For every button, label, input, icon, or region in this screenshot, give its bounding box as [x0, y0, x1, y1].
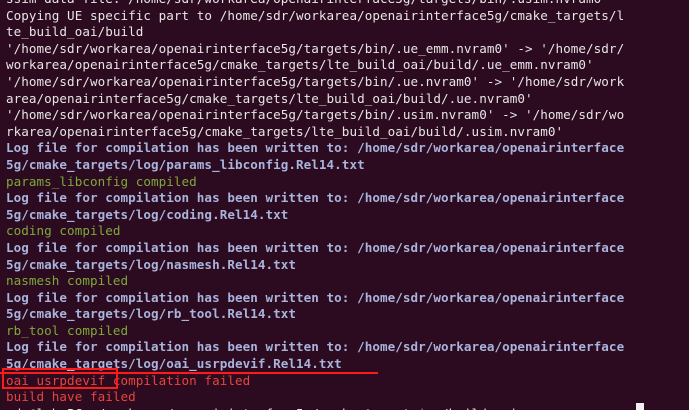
terminal-line: nasmesh compiled: [6, 273, 129, 289]
terminal-line: ssim data file: /home/sdr/workarea/opena…: [6, 0, 689, 8]
terminal-line: Log file for compilation has been writte…: [6, 140, 625, 156]
terminal-line: sdr@lab-PC:~/workarea/openairinterface5g…: [6, 406, 689, 410]
terminal-line: 5g/cmake_targets/log/nasmesh.Rel14.txt: [6, 256, 297, 272]
annotation-highlight-box: [2, 368, 118, 389]
terminal-line: 5g/cmake_targets/log/rb_tool.Rel14.txt: [6, 306, 297, 322]
terminal-line: area/openairinterface5g/cmake_targets/lt…: [6, 90, 533, 106]
terminal-line: rb_tool compiled: [6, 322, 129, 338]
terminal-line: 5g/cmake_targets/log/coding.Rel14.txt: [6, 206, 289, 222]
terminal-line: coding compiled: [6, 223, 121, 239]
terminal-window[interactable]: ssim data file: /home/sdr/workarea/opena…: [0, 0, 689, 410]
terminal-line: rkarea/openairinterface5g/cmake_targets/…: [6, 123, 564, 139]
terminal-line: '/home/sdr/workarea/openairinterface5g/t…: [6, 40, 625, 56]
terminal-line: te_build_oai/build: [6, 24, 144, 40]
terminal-line: '/home/sdr/workarea/openairinterface5g/t…: [6, 107, 625, 123]
terminal-line: workarea/openairinterface5g/cmake_target…: [6, 57, 594, 73]
terminal-output: ssim data file: /home/sdr/workarea/opena…: [6, 0, 689, 410]
terminal-line: Log file for compilation has been writte…: [6, 239, 625, 255]
terminal-cursor: [636, 403, 644, 410]
terminal-line: build have failed: [6, 389, 136, 405]
terminal-line: 5g/cmake_targets/log/params_libconfig.Re…: [6, 156, 365, 172]
terminal-line: Copying UE specific part to /home/sdr/wo…: [6, 7, 625, 23]
terminal-line: Log file for compilation has been writte…: [6, 289, 625, 305]
terminal-line: params_libconfig compiled: [6, 173, 197, 189]
terminal-line: '/home/sdr/workarea/openairinterface5g/t…: [6, 73, 625, 89]
terminal-line: Log file for compilation has been writte…: [6, 190, 625, 206]
terminal-line: Log file for compilation has been writte…: [6, 339, 625, 355]
